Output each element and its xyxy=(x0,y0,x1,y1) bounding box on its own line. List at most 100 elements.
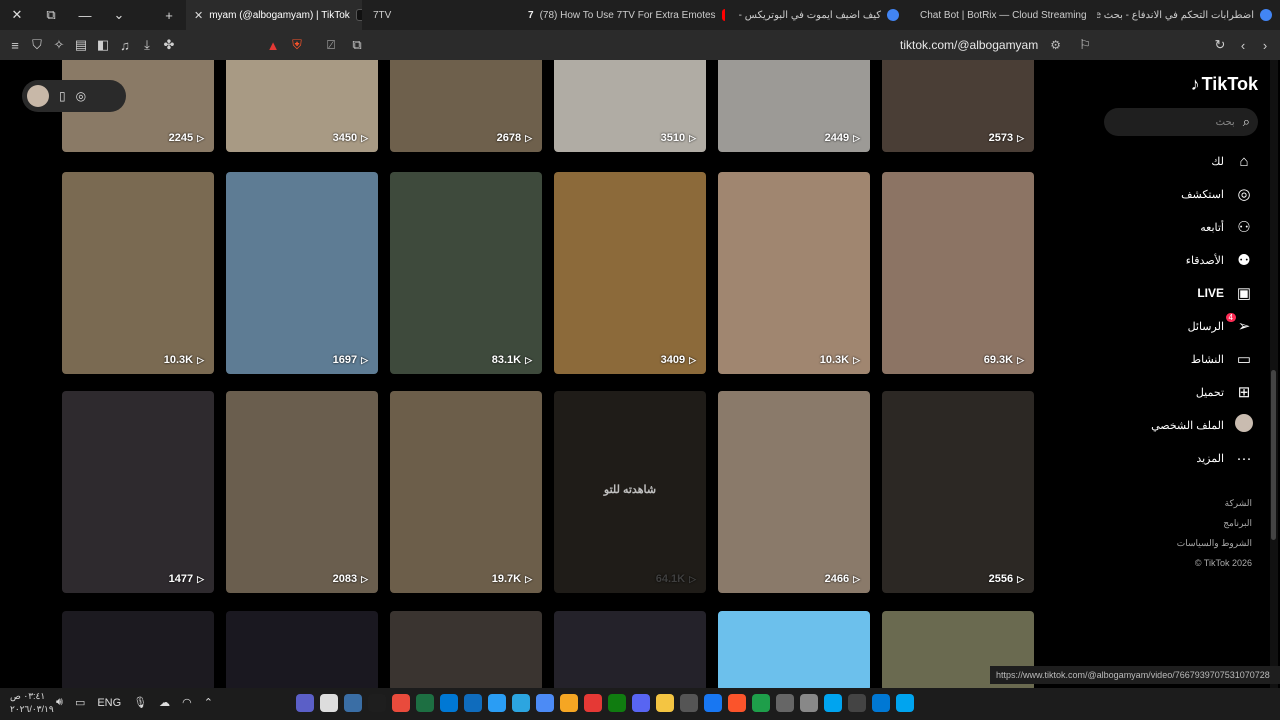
video-thumbnail[interactable]: 2573 ▷ xyxy=(882,60,1034,152)
sidebar-icon[interactable]: ◧ xyxy=(92,34,114,56)
video-thumbnail[interactable]: 19.7K ▷ xyxy=(390,391,542,593)
reload-icon[interactable]: ↻ xyxy=(1209,34,1231,56)
taskbar-app-icon[interactable] xyxy=(392,694,410,712)
video-thumbnail[interactable]: 2083 ▷ xyxy=(226,391,378,593)
video-thumbnail[interactable] xyxy=(390,611,542,688)
video-thumbnail[interactable]: 2466 ▷ xyxy=(718,391,870,593)
video-thumbnail[interactable]: 2678 ▷ xyxy=(390,60,542,152)
video-thumbnail[interactable] xyxy=(62,611,214,688)
video-thumbnail[interactable]: 64.1K ▷ شاهدته للتو xyxy=(554,391,706,593)
video-thumbnail[interactable]: 3450 ▷ xyxy=(226,60,378,152)
taskbar-app-icon[interactable] xyxy=(824,694,842,712)
phone-icon[interactable]: ▯ xyxy=(59,89,66,103)
video-thumbnail[interactable]: 3409 ▷ xyxy=(554,172,706,374)
minimize-icon[interactable]: — xyxy=(68,0,102,30)
video-thumbnail[interactable] xyxy=(718,611,870,688)
scrollbar[interactable] xyxy=(1270,60,1278,688)
music-icon[interactable]: ♫ xyxy=(114,34,136,56)
taskbar-app-icon[interactable] xyxy=(416,694,434,712)
search-icon[interactable]: ⌕ xyxy=(1243,114,1250,130)
taskbar-app-icon[interactable] xyxy=(320,694,338,712)
video-thumbnail[interactable]: 1697 ▷ xyxy=(226,172,378,374)
avatar[interactable] xyxy=(27,85,49,107)
tune-icon[interactable]: ⚙ xyxy=(1050,38,1061,52)
volume-icon[interactable]: 🔊︎ xyxy=(56,696,63,709)
compass-icon[interactable]: ◎ xyxy=(76,89,86,103)
taskbar-app-icon[interactable] xyxy=(872,694,890,712)
taskbar-app-icon[interactable] xyxy=(632,694,650,712)
taskbar-app-icon[interactable] xyxy=(800,694,818,712)
taskbar-app-icon[interactable] xyxy=(488,694,506,712)
footer-link[interactable]: البرنامج xyxy=(1223,518,1252,529)
taskbar-app-icon[interactable] xyxy=(368,694,386,712)
taskbar-app-icon[interactable] xyxy=(680,694,698,712)
wifi-icon[interactable]: ◠ xyxy=(182,696,192,709)
clock[interactable]: ٠٣:٤١ ص ٢٠٢٦/٠٣/١٩ xyxy=(10,690,54,716)
download-icon[interactable]: ⤓ xyxy=(136,34,158,56)
taskbar-app-icon[interactable] xyxy=(728,694,746,712)
taskbar-app-icon[interactable] xyxy=(584,694,602,712)
taskbar-app-icon[interactable] xyxy=(464,694,482,712)
language-indicator[interactable]: ENG xyxy=(97,697,121,709)
video-thumbnail[interactable]: 3510 ▷ xyxy=(554,60,706,152)
display-icon[interactable]: ▭ xyxy=(75,696,85,709)
tab-google-botrix[interactable]: كيف اضيف ايموت في البوتريكس - بحث Google xyxy=(735,0,907,30)
chevron-down-icon[interactable]: ⌄ xyxy=(102,0,136,30)
chevron-up-icon[interactable]: ⌃ xyxy=(204,696,213,709)
sidebar-item[interactable]: النشاط ▭ xyxy=(1100,346,1260,372)
taskbar-app-icon[interactable] xyxy=(656,694,674,712)
taskbar-app-icon[interactable] xyxy=(440,694,458,712)
address-bar[interactable]: tiktok.com/@albogamyam ⚙ xyxy=(255,33,1075,57)
tab-tiktok[interactable]: ✕ myam (@albogamyam) | TikTok xyxy=(186,0,362,30)
video-thumbnail[interactable]: 1477 ▷ xyxy=(62,391,214,593)
url-text[interactable]: tiktok.com/@albogamyam xyxy=(900,38,1038,52)
taskbar-app-icon[interactable] xyxy=(608,694,626,712)
puzzle-icon[interactable]: ✤ xyxy=(158,34,180,56)
shield-icon[interactable]: ⛉ xyxy=(26,34,48,56)
sidebar-item[interactable]: المزيد ··· xyxy=(1100,445,1260,471)
taskbar-app-icon[interactable] xyxy=(344,694,362,712)
taskbar-app-icon[interactable] xyxy=(296,694,314,712)
taskbar-app-icon[interactable] xyxy=(848,694,866,712)
sidebar-item[interactable]: لك ⌂ xyxy=(1100,148,1260,174)
video-thumbnail[interactable]: 83.1K ▷ xyxy=(390,172,542,374)
footer-link[interactable]: الشركة xyxy=(1225,498,1252,509)
taskbar-app-icon[interactable] xyxy=(512,694,530,712)
scrollbar-thumb[interactable] xyxy=(1271,370,1276,540)
tiktok-logo[interactable]: ♪ TikTok xyxy=(1191,74,1258,95)
video-thumbnail[interactable] xyxy=(226,611,378,688)
cloud-icon[interactable]: ☁ xyxy=(159,696,170,709)
video-thumbnail[interactable]: 2449 ▷ xyxy=(718,60,870,152)
tab-search-icon[interactable]: ⧉ xyxy=(34,0,68,30)
taskbar-app-icon[interactable] xyxy=(536,694,554,712)
taskbar-app-icon[interactable] xyxy=(752,694,770,712)
new-tab-icon[interactable]: + xyxy=(152,0,186,30)
taskbar-app-icon[interactable] xyxy=(776,694,794,712)
video-thumbnail[interactable]: 2556 ▷ xyxy=(882,391,1034,593)
video-thumbnail[interactable] xyxy=(554,611,706,688)
sidebar-item[interactable]: تحميل ⊞ xyxy=(1100,379,1260,405)
taskbar-app-icon[interactable] xyxy=(560,694,578,712)
forward-icon[interactable]: › xyxy=(1254,34,1276,56)
video-thumbnail[interactable]: 10.3K ▷ xyxy=(718,172,870,374)
taskbar-app-icon[interactable] xyxy=(896,694,914,712)
tab-youtube[interactable]: 7 (78) How To Use 7TV For Extra Emotes xyxy=(520,0,725,30)
tab-google-search[interactable]: اضطرابات التحكم في الاندفاع - بحث Google xyxy=(1097,0,1280,30)
taskbar-app-icon[interactable] xyxy=(704,694,722,712)
sidebar-item[interactable]: LIVE ▣ xyxy=(1100,280,1260,306)
close-window-icon[interactable]: ✕ xyxy=(0,0,34,30)
tab-7tv[interactable]: 7TV xyxy=(365,0,515,30)
reader-icon[interactable]: ▤ xyxy=(70,34,92,56)
footer-link[interactable]: الشروط والسياسات xyxy=(1177,538,1252,549)
sidebar-item[interactable]: استكشف ◎ xyxy=(1100,181,1260,207)
sidebar-item[interactable]: الأصدقاء ⚉ xyxy=(1100,247,1260,273)
back-icon[interactable]: ‹ xyxy=(1232,34,1254,56)
video-thumbnail[interactable]: 10.3K ▷ xyxy=(62,172,214,374)
video-thumbnail[interactable]: 69.3K ▷ xyxy=(882,172,1034,374)
mic-icon[interactable]: 🎙︎ xyxy=(133,696,147,709)
extensions-icon[interactable]: ✧ xyxy=(48,34,70,56)
tab-botrix[interactable]: Chat Bot | BotRix — Cloud Streaming xyxy=(912,0,1092,30)
close-tab-icon[interactable]: ✕ xyxy=(194,9,203,22)
search-input[interactable]: بحث ⌕ xyxy=(1104,108,1258,136)
sidebar-item[interactable]: الرسائل ➢ 4 xyxy=(1100,313,1260,339)
